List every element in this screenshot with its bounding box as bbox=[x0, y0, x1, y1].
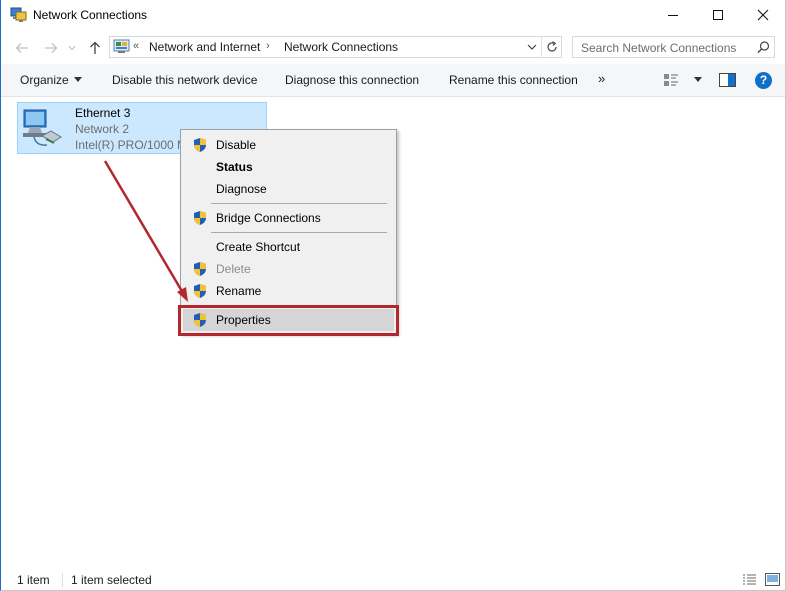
preview-pane-icon[interactable] bbox=[719, 73, 736, 87]
maximize-button[interactable] bbox=[695, 0, 741, 30]
search-icon[interactable] bbox=[756, 40, 771, 55]
arrow-left-icon bbox=[15, 43, 28, 53]
dropdown-arrow-icon bbox=[73, 77, 82, 82]
uac-shield-icon bbox=[194, 211, 206, 225]
disable-device-button[interactable]: Disable this network device bbox=[112, 73, 257, 87]
chevron-down-icon bbox=[527, 44, 537, 50]
breadcrumb-separator[interactable]: › bbox=[266, 40, 270, 52]
rename-connection-button[interactable]: Rename this connection bbox=[449, 73, 578, 87]
uac-shield-icon bbox=[194, 262, 206, 276]
maximize-icon bbox=[713, 10, 723, 20]
forward-button[interactable] bbox=[42, 39, 60, 57]
item-count: 1 item bbox=[17, 573, 50, 587]
change-view-icon[interactable] bbox=[663, 72, 679, 88]
menu-item-bridge-connections[interactable]: Bridge Connections bbox=[183, 207, 394, 229]
view-options-dropdown[interactable] bbox=[694, 77, 702, 82]
connection-network: Network 2 bbox=[75, 122, 130, 136]
properties-highlight-box bbox=[178, 305, 399, 336]
menu-item-create-shortcut[interactable]: Create Shortcut bbox=[183, 236, 394, 258]
uac-shield-icon bbox=[194, 138, 206, 152]
menu-item-create-shortcut-label: Create Shortcut bbox=[216, 240, 301, 254]
up-button[interactable] bbox=[86, 39, 104, 57]
menu-item-diagnose[interactable]: Diagnose bbox=[183, 178, 394, 200]
large-icons-view-icon[interactable] bbox=[765, 573, 780, 586]
minimize-button[interactable] bbox=[650, 0, 696, 30]
breadcrumb-network-and-internet[interactable]: Network and Internet bbox=[149, 40, 260, 54]
search-box[interactable]: Search Network Connections bbox=[572, 36, 775, 58]
menu-item-disable[interactable]: Disable bbox=[183, 134, 394, 156]
uac-shield-icon bbox=[194, 284, 206, 298]
menu-item-bridge-label: Bridge Connections bbox=[216, 211, 321, 225]
menu-item-status[interactable]: Status bbox=[183, 156, 394, 178]
arrow-up-icon bbox=[90, 41, 100, 54]
status-divider bbox=[62, 573, 63, 587]
title-bar[interactable]: Network Connections bbox=[1, 0, 785, 31]
recent-locations-button[interactable] bbox=[66, 39, 78, 57]
menu-item-delete-label: Delete bbox=[216, 262, 251, 276]
menu-item-disable-label: Disable bbox=[216, 138, 257, 152]
breadcrumb-network-connections[interactable]: Network Connections bbox=[284, 40, 398, 54]
menu-item-rename-label: Rename bbox=[216, 284, 262, 298]
close-button[interactable] bbox=[740, 0, 786, 30]
refresh-button[interactable] bbox=[541, 37, 562, 57]
menu-item-rename[interactable]: Rename bbox=[183, 280, 394, 302]
refresh-icon bbox=[547, 41, 557, 52]
address-row: « Network and Internet › Network Connect… bbox=[1, 31, 785, 64]
menu-item-diagnose-label: Diagnose bbox=[216, 182, 267, 196]
address-bar[interactable]: « Network and Internet › Network Connect… bbox=[109, 36, 562, 58]
organize-label: Organize bbox=[20, 73, 69, 87]
chevron-down-icon bbox=[68, 45, 76, 51]
help-button[interactable]: ? bbox=[755, 72, 772, 89]
address-dropdown-button[interactable] bbox=[525, 40, 539, 54]
network-connections-app-icon bbox=[10, 7, 27, 22]
arrow-right-icon bbox=[45, 43, 58, 53]
connection-adapter: Intel(R) PRO/1000 M bbox=[75, 138, 188, 152]
context-menu: Disable Status Diagnose Bridge Connectio… bbox=[180, 129, 397, 334]
command-bar: Organize Disable this network device Dia… bbox=[1, 64, 785, 97]
menu-separator bbox=[211, 203, 387, 204]
back-button[interactable] bbox=[13, 39, 31, 57]
minimize-icon bbox=[668, 15, 678, 16]
organize-button[interactable]: Organize bbox=[20, 73, 82, 87]
more-commands-button[interactable]: » bbox=[598, 71, 605, 86]
details-view-icon[interactable] bbox=[742, 573, 757, 586]
menu-item-status-label: Status bbox=[216, 160, 253, 174]
control-panel-icon bbox=[113, 39, 130, 53]
diagnose-connection-button[interactable]: Diagnose this connection bbox=[285, 73, 419, 87]
network-adapter-icon bbox=[23, 109, 62, 146]
breadcrumb-overflow[interactable]: « bbox=[133, 40, 139, 52]
selected-count: 1 item selected bbox=[71, 573, 152, 587]
network-connections-window: Network Connections « Network and Intern… bbox=[0, 0, 786, 591]
window-title: Network Connections bbox=[33, 8, 148, 22]
search-placeholder[interactable]: Search Network Connections bbox=[581, 41, 736, 55]
connection-name: Ethernet 3 bbox=[75, 106, 131, 120]
menu-item-delete[interactable]: Delete bbox=[183, 258, 394, 280]
menu-separator bbox=[211, 232, 387, 233]
status-bar: 1 item 1 item selected bbox=[2, 569, 785, 590]
close-icon bbox=[757, 9, 769, 21]
